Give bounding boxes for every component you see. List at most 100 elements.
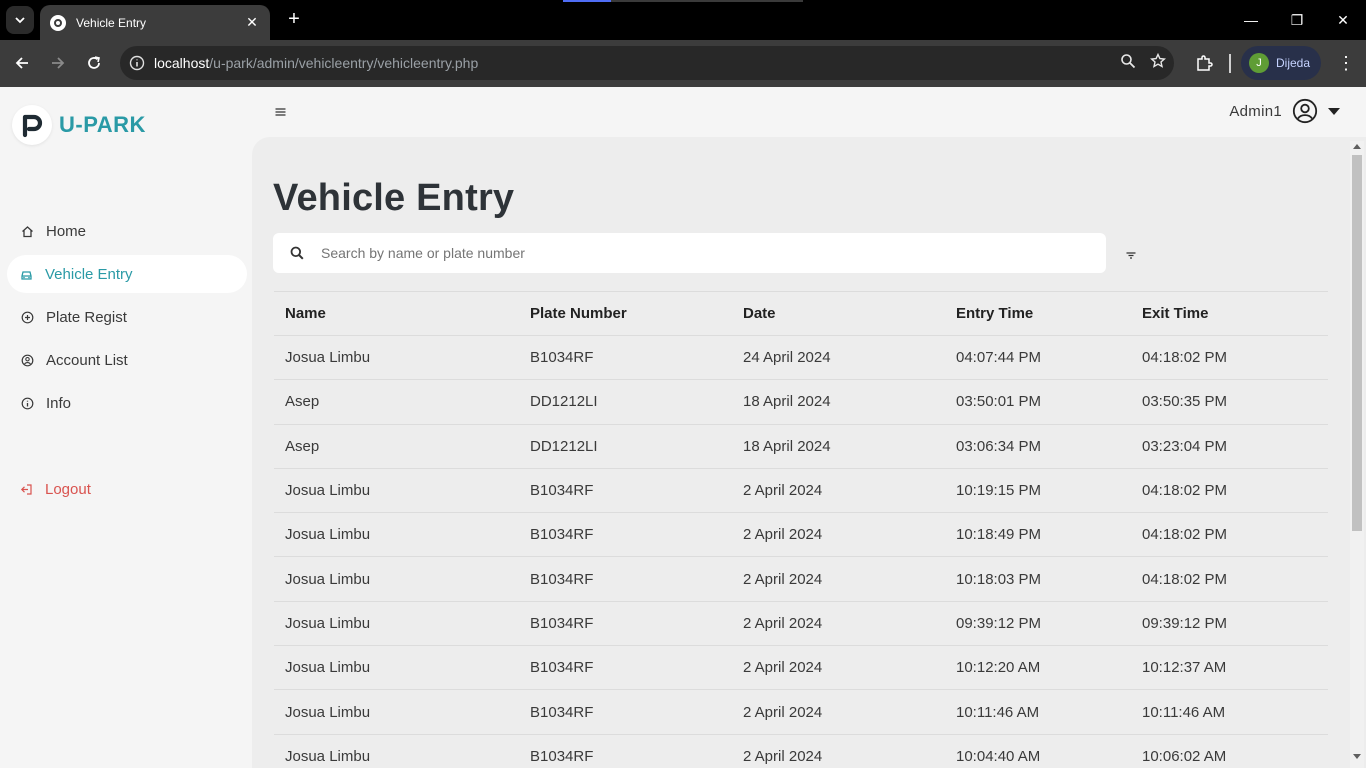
scroll-up-arrow-icon[interactable] [1353, 144, 1361, 149]
back-icon[interactable] [8, 49, 36, 77]
minimize-icon[interactable]: — [1228, 0, 1274, 40]
table-row: Josua Limbu B1034RF 2 April 2024 10:19:15 P… [274, 467, 1328, 512]
address-bar[interactable]: localhost/u-park/admin/vehicleentry/vehi… [120, 46, 1174, 80]
page-title: Vehicle Entry [273, 177, 515, 219]
new-tab-button[interactable]: + [282, 8, 306, 32]
profile-button[interactable]: J Dijeda [1241, 46, 1321, 80]
table-cell: 04:18:02 PM [1142, 349, 1228, 367]
scroll-down-arrow-icon[interactable] [1353, 754, 1361, 759]
table-cell: 2 April 2024 [743, 659, 823, 677]
table-cell: 2 April 2024 [743, 482, 823, 500]
table-cell: 10:19:15 PM [956, 482, 1042, 500]
table-cell: 10:18:49 PM [956, 526, 1042, 544]
table-cell: Josua Limbu [285, 747, 371, 765]
scrollbar[interactable] [1350, 141, 1364, 768]
reload-icon[interactable] [80, 49, 108, 77]
browser-tab[interactable]: Vehicle Entry ✕ [40, 5, 270, 40]
table-cell: 18 April 2024 [743, 437, 831, 455]
site-info-icon[interactable] [120, 46, 154, 80]
logo-icon [12, 105, 52, 145]
table-row: Josua Limbu B1034RF 2 April 2024 10:04:40 A… [274, 733, 1328, 768]
table-cell: DD1212LI [530, 437, 598, 455]
table-cell: 10:18:03 PM [956, 570, 1042, 588]
scrollbar-thumb[interactable] [1352, 155, 1362, 531]
favicon-icon [50, 14, 66, 31]
table-cell: B1034RF [530, 349, 594, 367]
sidebar-item-label: Vehicle Entry [45, 265, 133, 283]
table-cell: B1034RF [530, 614, 594, 632]
table-cell: B1034RF [530, 703, 594, 721]
sidebar-item-vehicle-entry[interactable]: Vehicle Entry [7, 255, 247, 293]
table-header-row: Name Plate Number Date Entry Time Exit T… [274, 291, 1328, 335]
table-cell: 2 April 2024 [743, 747, 823, 765]
bookmark-star-icon[interactable] [1149, 52, 1167, 73]
user-menu[interactable]: Admin1 [1229, 98, 1340, 124]
table-cell: B1034RF [530, 482, 594, 500]
close-window-icon[interactable]: ✕ [1320, 0, 1366, 40]
table-cell: 2 April 2024 [743, 526, 823, 544]
column-header: Name [285, 305, 326, 322]
sidebar-item-home[interactable]: Home [8, 212, 252, 250]
sidebar-item-label: Plate Regist [46, 308, 127, 326]
caret-down-icon [1328, 107, 1340, 115]
zoom-icon[interactable] [1120, 53, 1136, 73]
restore-icon[interactable]: ❐ [1274, 0, 1320, 40]
avatar: J [1249, 53, 1269, 73]
table-cell: 04:07:44 PM [956, 349, 1042, 367]
table-cell: Josua Limbu [285, 482, 371, 500]
sidebar-item-label: Info [46, 394, 72, 412]
profile-name: Dijeda [1276, 56, 1311, 70]
table-row: Josua Limbu B1034RF 2 April 2024 10:11:46 A… [274, 689, 1328, 733]
table-cell: B1034RF [530, 659, 594, 677]
logo[interactable]: U-PARK [12, 105, 146, 145]
table-cell: 2 April 2024 [743, 614, 823, 632]
logout-label: Logout [45, 481, 91, 498]
table-cell: Josua Limbu [285, 349, 371, 367]
table-row: Josua Limbu B1034RF 24 April 2024 04:07:44 … [274, 335, 1328, 379]
browser-tab-bar: Vehicle Entry ✕ + — ❐ ✕ [0, 0, 1366, 40]
tab-search-button[interactable] [6, 6, 34, 34]
plus-circle-icon [20, 310, 34, 324]
table-cell: DD1212LI [530, 393, 598, 411]
filter-icon[interactable] [1124, 248, 1138, 260]
search-input[interactable] [321, 245, 1081, 261]
top-bar: Admin1 [252, 87, 1366, 137]
table-cell: 09:39:12 PM [956, 614, 1042, 632]
table-cell: 2 April 2024 [743, 703, 823, 721]
table-cell: B1034RF [530, 526, 594, 544]
table-cell: Asep [285, 393, 320, 411]
logo-text: U-PARK [59, 112, 146, 137]
table-cell: Josua Limbu [285, 659, 371, 677]
table-cell: Josua Limbu [285, 703, 371, 721]
home-icon [20, 224, 34, 238]
column-header: Date [743, 305, 776, 322]
tab-strip-indicator [563, 0, 803, 2]
logout-button[interactable]: Logout [20, 481, 91, 498]
table-cell: 18 April 2024 [743, 393, 831, 411]
hamburger-menu-icon[interactable] [275, 104, 286, 121]
forward-icon[interactable] [44, 49, 72, 77]
table-cell: 10:12:20 AM [956, 659, 1041, 677]
close-tab-icon[interactable]: ✕ [244, 14, 260, 31]
table-cell: 2 April 2024 [743, 570, 823, 588]
user-name: Admin1 [1229, 102, 1282, 120]
table-cell: 03:50:01 PM [956, 393, 1042, 411]
sidebar: U-PARK Home Vehicle Entry Plate Regist A… [0, 87, 252, 768]
table-cell: 04:18:02 PM [1142, 570, 1228, 588]
sidebar-nav: Home Vehicle Entry Plate Regist Account … [7, 212, 252, 427]
sidebar-item-plate-regist[interactable]: Plate Regist [8, 298, 252, 336]
sidebar-item-account-list[interactable]: Account List [8, 341, 252, 379]
car-icon [19, 267, 33, 281]
table-cell: Asep [285, 437, 320, 455]
column-header: Plate Number [530, 305, 627, 322]
table-cell: 24 April 2024 [743, 349, 831, 367]
sidebar-item-info[interactable]: Info [8, 384, 252, 422]
window-controls: — ❐ ✕ [1228, 0, 1366, 40]
table-cell: 03:23:04 PM [1142, 437, 1228, 455]
table-cell: 03:06:34 PM [956, 437, 1042, 455]
extensions-icon[interactable] [1190, 49, 1218, 77]
table-cell: 03:50:35 PM [1142, 393, 1228, 411]
table-row: Asep DD1212LI 18 April 2024 03:06:34 PM 03:2… [274, 423, 1328, 468]
browser-menu-icon[interactable]: ⋮ [1336, 49, 1356, 77]
table-cell: 10:04:40 AM [956, 747, 1041, 765]
